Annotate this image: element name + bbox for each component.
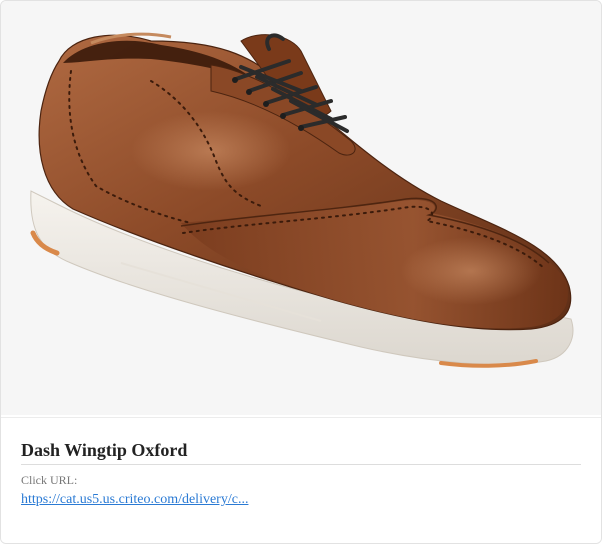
product-card[interactable]: Dash Wingtip Oxford Click URL: https://c…: [0, 0, 602, 544]
click-url-label: Click URL:: [21, 473, 78, 487]
product-image[interactable]: [1, 1, 601, 415]
product-title: Dash Wingtip Oxford: [21, 440, 188, 460]
click-url-link[interactable]: https://cat.us5.us.criteo.com/delivery/c…: [21, 492, 248, 508]
title-divider: [21, 464, 581, 465]
shoe-illustration: [30, 32, 574, 368]
product-info: Dash Wingtip Oxford Click URL: https://c…: [1, 417, 601, 543]
